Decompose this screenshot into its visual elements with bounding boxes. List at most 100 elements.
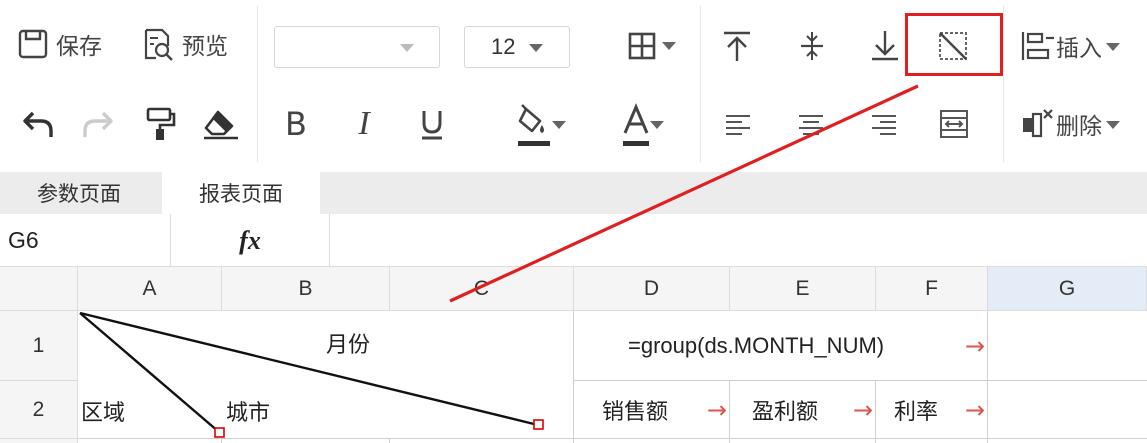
format-painter-icon	[144, 106, 176, 142]
bold-button[interactable]: B	[278, 104, 314, 144]
align-center-icon	[797, 113, 825, 137]
border-all-icon	[627, 31, 657, 61]
fx-icon[interactable]: fx	[171, 214, 330, 267]
cell-e2-text: 盈利额	[752, 399, 819, 425]
preview-label: 预览	[182, 34, 228, 60]
diagonal-label-region: 区域	[81, 401, 126, 426]
align-bottom-button[interactable]	[866, 26, 904, 66]
cell-f3[interactable]	[876, 439, 988, 443]
toolbar-divider	[700, 6, 701, 162]
expand-arrow-icon: →	[964, 331, 985, 360]
tab-parameter-page[interactable]: 参数页面	[0, 172, 158, 214]
font-size-value: 12	[491, 34, 516, 59]
cell-g2[interactable]	[988, 381, 1147, 439]
tab-report-page[interactable]: 报表页面	[162, 172, 320, 214]
formula-input[interactable]	[331, 214, 1147, 267]
redo-button[interactable]	[78, 104, 118, 144]
align-left-button[interactable]	[720, 106, 756, 144]
align-center-button[interactable]	[793, 106, 829, 144]
delete-label: 删除	[1056, 114, 1102, 140]
column-header-f[interactable]: F	[876, 267, 988, 311]
toolbar-divider	[257, 6, 258, 162]
toolbar: 保存 预览 12 B I 插入 删除	[0, 0, 1147, 172]
insert-label: 插入	[1056, 36, 1102, 62]
save-icon	[16, 27, 50, 61]
row-header-2[interactable]: 2	[0, 381, 78, 439]
chevron-down-icon	[1106, 121, 1120, 129]
eraser-button[interactable]	[200, 104, 242, 144]
column-header-c[interactable]: C	[390, 267, 574, 311]
expand-arrow-icon: →	[964, 395, 985, 424]
chevron-down-icon	[650, 121, 664, 129]
insert-button[interactable]: 插入	[1020, 26, 1120, 66]
row-header-3[interactable]	[0, 439, 78, 443]
align-right-icon	[870, 113, 898, 137]
cell-d2-text: 销售额	[602, 399, 669, 425]
align-left-icon	[724, 113, 752, 137]
format-painter-button[interactable]	[140, 104, 180, 144]
column-header-e[interactable]: E	[730, 267, 876, 311]
align-middle-button[interactable]	[793, 26, 831, 66]
align-bottom-icon	[870, 30, 900, 62]
cell-e2[interactable]: 盈利额 →	[730, 381, 876, 439]
highlight-box	[905, 13, 1003, 76]
font-color-icon	[621, 103, 651, 147]
sheet-tabs: 参数页面 报表页面	[0, 172, 1147, 214]
chevron-down-icon	[552, 121, 566, 129]
column-header-g[interactable]: G	[988, 267, 1147, 311]
cell-b3[interactable]	[222, 439, 390, 443]
font-color-button[interactable]	[604, 100, 668, 150]
cell-reference[interactable]: G6	[0, 214, 171, 267]
font-name-select[interactable]	[274, 26, 440, 68]
underline-icon	[419, 108, 445, 140]
spreadsheet-grid: A B C D E F G 1 2 月份 区域 城市 =group(ds.MON…	[0, 267, 1147, 443]
cell-d2[interactable]: 销售额 →	[574, 381, 730, 439]
paint-bucket-icon	[514, 103, 554, 147]
delete-icon	[1020, 108, 1054, 140]
cell-d1-formula: =group(ds.MONTH_NUM)	[628, 332, 885, 358]
column-header-a[interactable]: A	[78, 267, 222, 311]
merge-cells-button[interactable]	[934, 104, 974, 144]
italic-button[interactable]: I	[346, 104, 382, 144]
bold-icon: B	[285, 105, 307, 143]
preview-button[interactable]: 预览	[140, 24, 228, 64]
formula-bar: G6 fx	[0, 214, 1147, 267]
diagonal-label-month: 月份	[326, 333, 371, 358]
chevron-down-icon	[662, 42, 676, 50]
underline-button[interactable]	[414, 104, 450, 144]
insert-icon	[1020, 30, 1054, 62]
expand-arrow-icon: →	[852, 395, 873, 424]
column-header-b[interactable]: B	[222, 267, 390, 311]
font-size-select[interactable]: 12	[464, 26, 570, 68]
eraser-icon	[202, 108, 240, 140]
merge-cells-icon	[938, 108, 970, 140]
chevron-down-icon	[529, 44, 543, 52]
align-right-button[interactable]	[866, 106, 902, 144]
select-all-corner[interactable]	[0, 267, 78, 311]
save-label: 保存	[56, 34, 102, 60]
cell-f2-text: 利率	[894, 399, 939, 425]
cell-d3[interactable]	[574, 439, 730, 443]
cell-a3[interactable]	[78, 439, 222, 443]
align-top-icon	[722, 30, 752, 62]
italic-icon: I	[358, 105, 370, 142]
cell-d1[interactable]: =group(ds.MONTH_NUM) →	[574, 311, 988, 381]
diagonal-label-city: 城市	[226, 401, 271, 426]
cell-g1[interactable]	[988, 311, 1147, 381]
chevron-down-icon	[400, 44, 414, 52]
cell-c3[interactable]	[390, 439, 574, 443]
redo-icon	[81, 109, 115, 139]
undo-button[interactable]	[18, 104, 58, 144]
fill-color-button[interactable]	[498, 100, 570, 150]
delete-button[interactable]: 删除	[1020, 104, 1120, 144]
row-header-1[interactable]: 1	[0, 311, 78, 381]
border-button[interactable]	[606, 26, 678, 66]
save-button[interactable]: 保存	[16, 24, 102, 64]
chevron-down-icon	[1106, 43, 1120, 51]
preview-icon	[140, 26, 176, 62]
column-header-d[interactable]: D	[574, 267, 730, 311]
cell-e3[interactable]	[730, 439, 876, 443]
align-top-button[interactable]	[718, 26, 756, 66]
undo-icon	[21, 109, 55, 139]
cell-f2[interactable]: 利率 →	[876, 381, 988, 439]
